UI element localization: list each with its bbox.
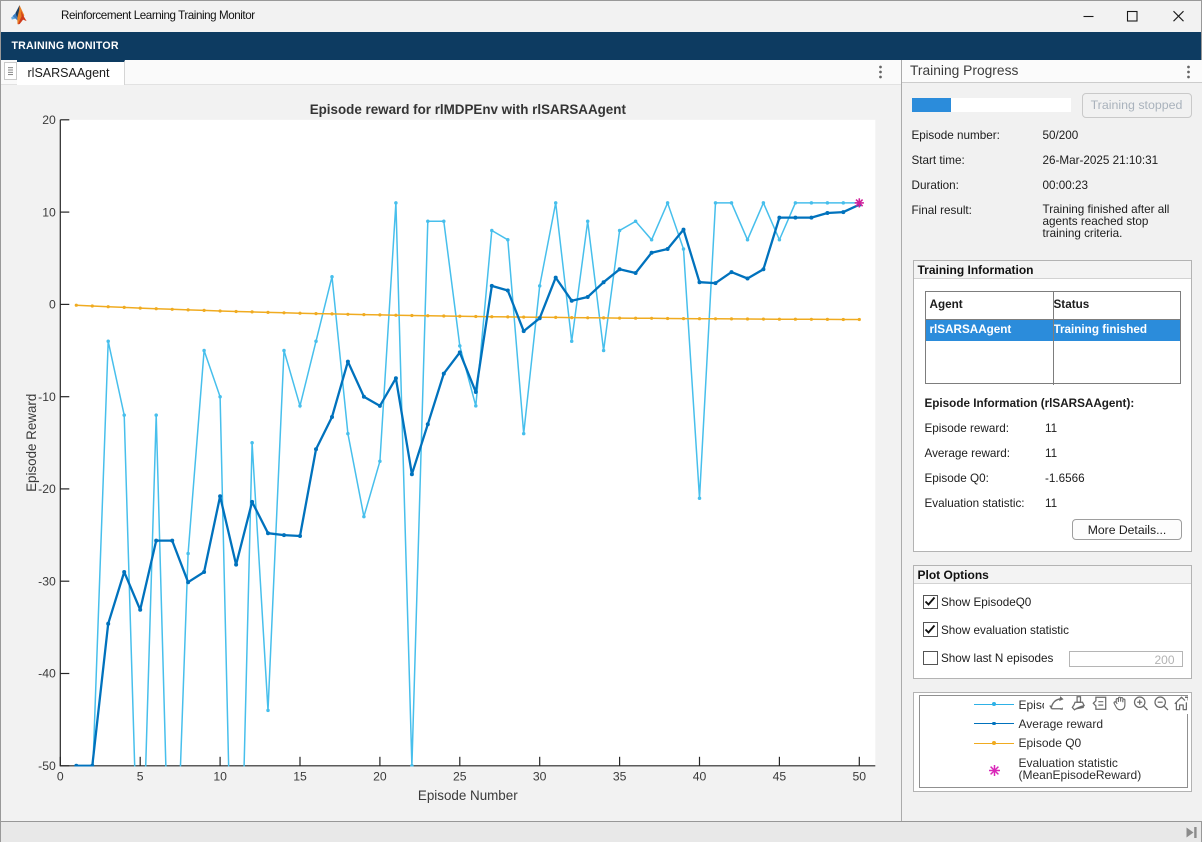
svg-text:15: 15 — [293, 769, 307, 783]
svg-text:35: 35 — [613, 769, 627, 783]
svg-text:25: 25 — [453, 769, 467, 783]
svg-text:10: 10 — [213, 769, 227, 783]
svg-text:-30: -30 — [38, 574, 56, 588]
svg-text:-10: -10 — [38, 389, 56, 403]
svg-text:5: 5 — [137, 769, 144, 783]
svg-text:-40: -40 — [38, 666, 56, 680]
svg-text:20: 20 — [373, 769, 387, 783]
svg-text:40: 40 — [693, 769, 707, 783]
svg-text:50: 50 — [853, 769, 867, 783]
svg-text:0: 0 — [49, 297, 56, 311]
svg-text:-20: -20 — [38, 482, 56, 496]
svg-text:30: 30 — [533, 769, 547, 783]
svg-text:Episode Number: Episode Number — [418, 788, 518, 803]
svg-text:20: 20 — [42, 113, 56, 127]
svg-text:10: 10 — [42, 205, 56, 219]
svg-text:Episode Reward: Episode Reward — [24, 393, 39, 491]
svg-text:Episode reward for rlMDPEnv wi: Episode reward for rlMDPEnv with rlSARSA… — [310, 102, 627, 117]
svg-text:45: 45 — [773, 769, 787, 783]
svg-text:0: 0 — [57, 769, 64, 783]
svg-text:-50: -50 — [38, 759, 56, 773]
